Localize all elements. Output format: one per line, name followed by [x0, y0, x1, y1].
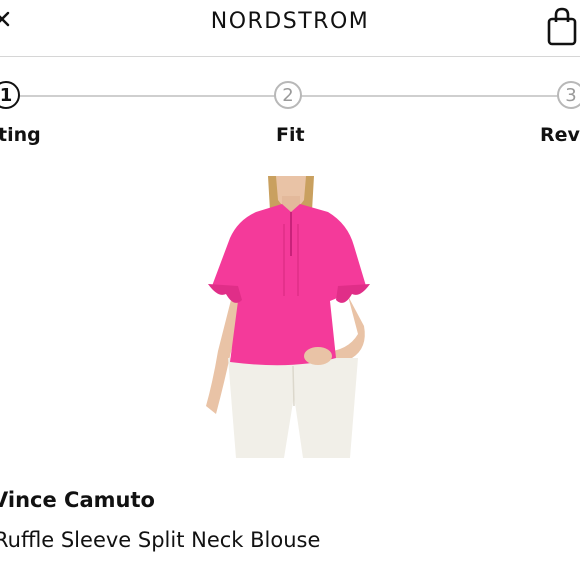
shopping-bag-icon[interactable]: [543, 6, 579, 46]
step-2-label[interactable]: Fit: [276, 124, 305, 146]
step-2-number: 2: [282, 85, 294, 106]
step-3-label[interactable]: Revi: [540, 124, 580, 146]
brand-logo[interactable]: NORDSTROM: [0, 9, 580, 34]
progress-stepper: 1 ting 2 Fit 3 Revi: [0, 78, 580, 158]
header: NORDSTROM: [0, 0, 580, 57]
step-3-indicator[interactable]: 3: [557, 81, 580, 109]
step-1-number: 1: [0, 85, 13, 106]
product-photo-illustration: [206, 176, 370, 458]
step-3-number: 3: [565, 85, 577, 106]
product-image: [198, 176, 384, 458]
step-1-indicator[interactable]: 1: [0, 81, 20, 109]
step-1-label[interactable]: ting: [0, 124, 41, 146]
step-2-indicator[interactable]: 2: [274, 81, 302, 109]
review-flow-page: NORDSTROM 1 ting 2 Fit 3 Revi: [0, 0, 580, 580]
product-name: Ruffle Sleeve Split Neck Blouse: [0, 528, 321, 552]
product-brand: Vince Camuto: [0, 488, 155, 512]
